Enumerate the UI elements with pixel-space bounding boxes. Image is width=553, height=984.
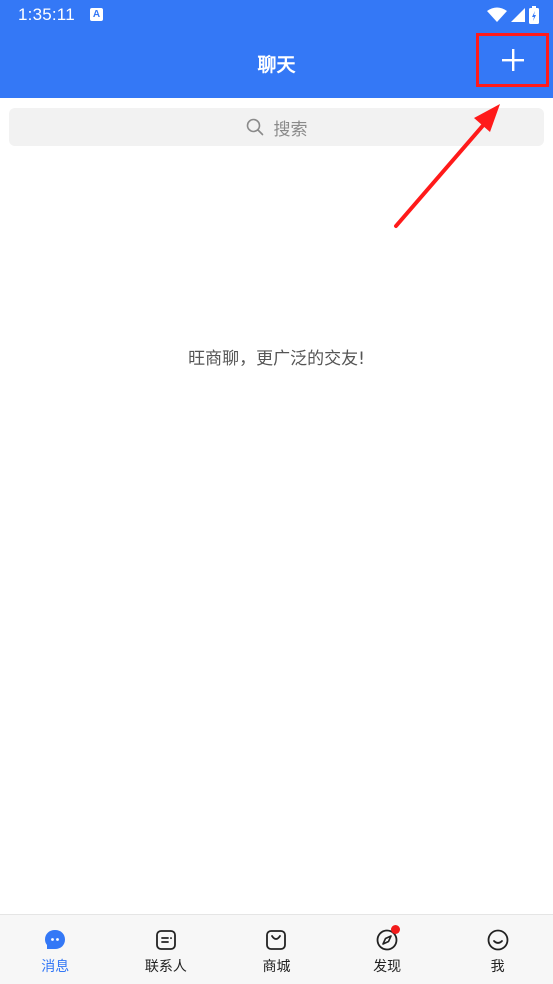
smile-icon [487,929,509,951]
nav-label-discover: 发现 [373,959,402,975]
status-time: 1:35:11 [18,5,75,24]
plus-icon [501,49,524,71]
nav-item-me[interactable]: 我 [442,915,553,984]
battery-icon [529,6,539,24]
search-icon [246,118,263,136]
bottom-nav: 消息 联系人 商城 发现 我 [0,914,553,984]
page-title: 聊天 [257,54,296,76]
contacts-icon [155,930,176,950]
status-icons [487,5,539,25]
nav-item-contacts[interactable]: 联系人 [111,915,222,984]
search-placeholder: 搜索 [273,119,308,140]
chat-bubble-icon [45,930,66,949]
discover-badge [390,925,400,934]
shopping-bag-icon [266,930,287,950]
add-button[interactable] [476,33,549,87]
nav-item-mall[interactable]: 商城 [221,915,332,984]
header-bar: 1:35:11 A 聊天 [0,0,553,98]
signal-icon [511,8,525,22]
nav-item-messages[interactable]: 消息 [0,915,111,984]
nav-item-discover[interactable]: 发现 [332,915,443,984]
nav-label-mall: 商城 [262,959,291,975]
empty-message: 旺商聊，更广泛的交友! [188,349,365,369]
wifi-icon [487,7,507,22]
chat-screen: 1:35:11 A 聊天 搜索 旺商聊，更广泛的交友! 消息 联系人 商城 发现… [0,0,553,984]
notification-icon: A [90,8,103,21]
search-input[interactable]: 搜索 [9,108,544,146]
nav-label-me: 我 [490,959,505,975]
nav-label-messages: 消息 [41,959,70,975]
nav-label-contacts: 联系人 [144,959,187,975]
